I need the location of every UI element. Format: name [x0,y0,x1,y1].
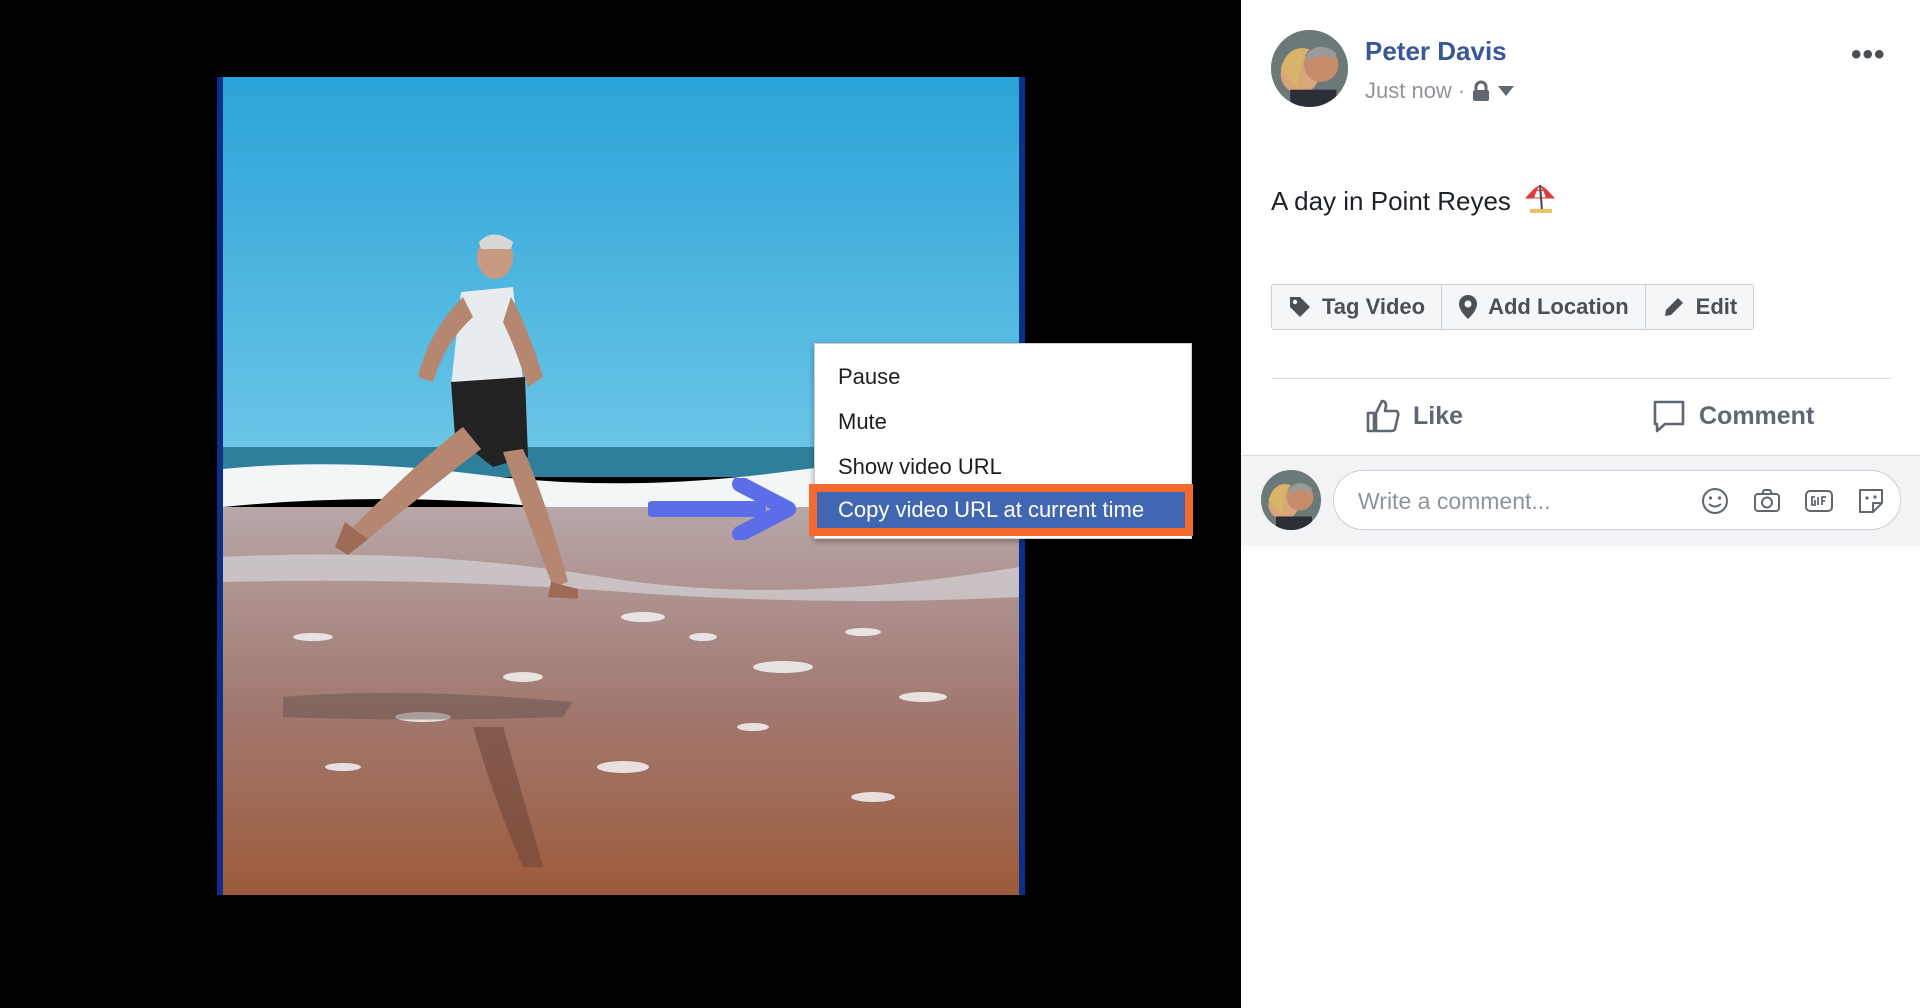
post-panel: Peter Davis Just now · ••• A day in Poin… [1241,0,1920,1008]
comment-tools [1700,486,1886,516]
location-pin-icon [1459,295,1478,319]
video-context-menu: Pause Mute Show video URL Copy video URL… [809,343,1193,539]
comment-button[interactable]: Comment [1651,398,1814,434]
post-text-content: A day in Point Reyes [1271,186,1511,216]
post-time[interactable]: Just now · [1365,78,1465,104]
post-tools-bar: Tag Video Add Location Edit [1271,284,1755,330]
comment-icon [1653,400,1685,433]
comment-box [1333,470,1901,531]
edit-button[interactable]: Edit [1646,285,1754,329]
thumbs-up-icon [1366,399,1400,433]
pointer-arrow-icon [648,478,796,540]
viewer-avatar[interactable] [1261,470,1321,530]
umbrella-icon [1525,184,1556,213]
menu-item-pause[interactable]: Pause [815,354,1191,399]
like-label: Like [1413,401,1464,430]
sticker-icon[interactable] [1856,486,1886,516]
pencil-icon [1664,298,1683,316]
tag-video-button[interactable]: Tag Video [1272,285,1443,329]
tag-icon [1290,297,1310,317]
tag-video-label: Tag Video [1322,294,1426,319]
caret-down-icon[interactable] [1497,85,1515,97]
comment-composer [1241,455,1920,546]
gif-icon[interactable] [1804,486,1834,516]
author-name[interactable]: Peter Davis [1365,36,1507,67]
post-text: A day in Point Reyes [1271,182,1556,217]
menu-item-mute[interactable]: Mute [815,399,1191,444]
comment-label: Comment [1699,401,1815,430]
like-button[interactable]: Like [1365,398,1463,434]
emoji-icon[interactable] [1700,486,1730,516]
edit-label: Edit [1695,294,1738,319]
menu-item-show-video-url[interactable]: Show video URL [815,444,1191,489]
add-location-button[interactable]: Add Location [1442,285,1646,329]
comment-input[interactable] [1356,471,1680,531]
add-location-label: Add Location [1488,294,1629,319]
lock-icon [1473,80,1490,101]
video-stage: Pause Mute Show video URL Copy video URL… [0,0,1241,1008]
post-meta: Just now · [1365,78,1515,104]
menu-item-copy-url-at-time[interactable]: Copy video URL at current time [809,484,1193,536]
author-avatar[interactable] [1271,30,1348,107]
camera-icon[interactable] [1752,486,1782,516]
more-icon[interactable]: ••• [1851,38,1886,72]
divider [1271,378,1891,379]
